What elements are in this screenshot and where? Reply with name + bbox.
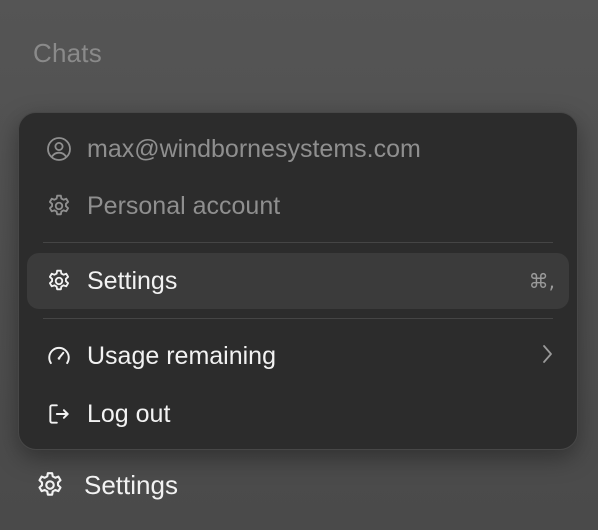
log-out-icon — [45, 400, 73, 428]
chevron-right-icon — [539, 343, 555, 370]
account-email-item: max@windbornesystems.com — [27, 121, 569, 177]
menu-divider — [43, 242, 553, 243]
logout-label: Log out — [87, 399, 171, 428]
gauge-icon — [45, 342, 73, 370]
account-type-label: Personal account — [87, 191, 281, 220]
account-menu: max@windbornesystems.com Personal accoun… — [18, 112, 578, 450]
usage-remaining-label: Usage remaining — [87, 341, 276, 370]
account-type-item[interactable]: Personal account — [27, 178, 569, 234]
gear-icon — [34, 469, 66, 501]
gear-icon — [45, 267, 73, 295]
chats-heading: Chats — [33, 38, 102, 68]
usage-remaining-item[interactable]: Usage remaining — [27, 328, 569, 384]
settings-menu-item[interactable]: Settings ⌘, — [27, 253, 569, 309]
sidebar: Chats max@windbornesystems.com Personal … — [0, 0, 598, 530]
logout-item[interactable]: Log out — [27, 386, 569, 442]
account-email: max@windbornesystems.com — [87, 134, 421, 163]
sidebar-settings-button[interactable]: Settings — [34, 465, 178, 505]
menu-divider — [43, 318, 553, 319]
user-circle-icon — [45, 135, 73, 163]
settings-menu-label: Settings — [87, 266, 178, 295]
sidebar-settings-label: Settings — [84, 469, 178, 500]
settings-shortcut: ⌘, — [528, 269, 555, 293]
gear-icon — [45, 192, 73, 220]
